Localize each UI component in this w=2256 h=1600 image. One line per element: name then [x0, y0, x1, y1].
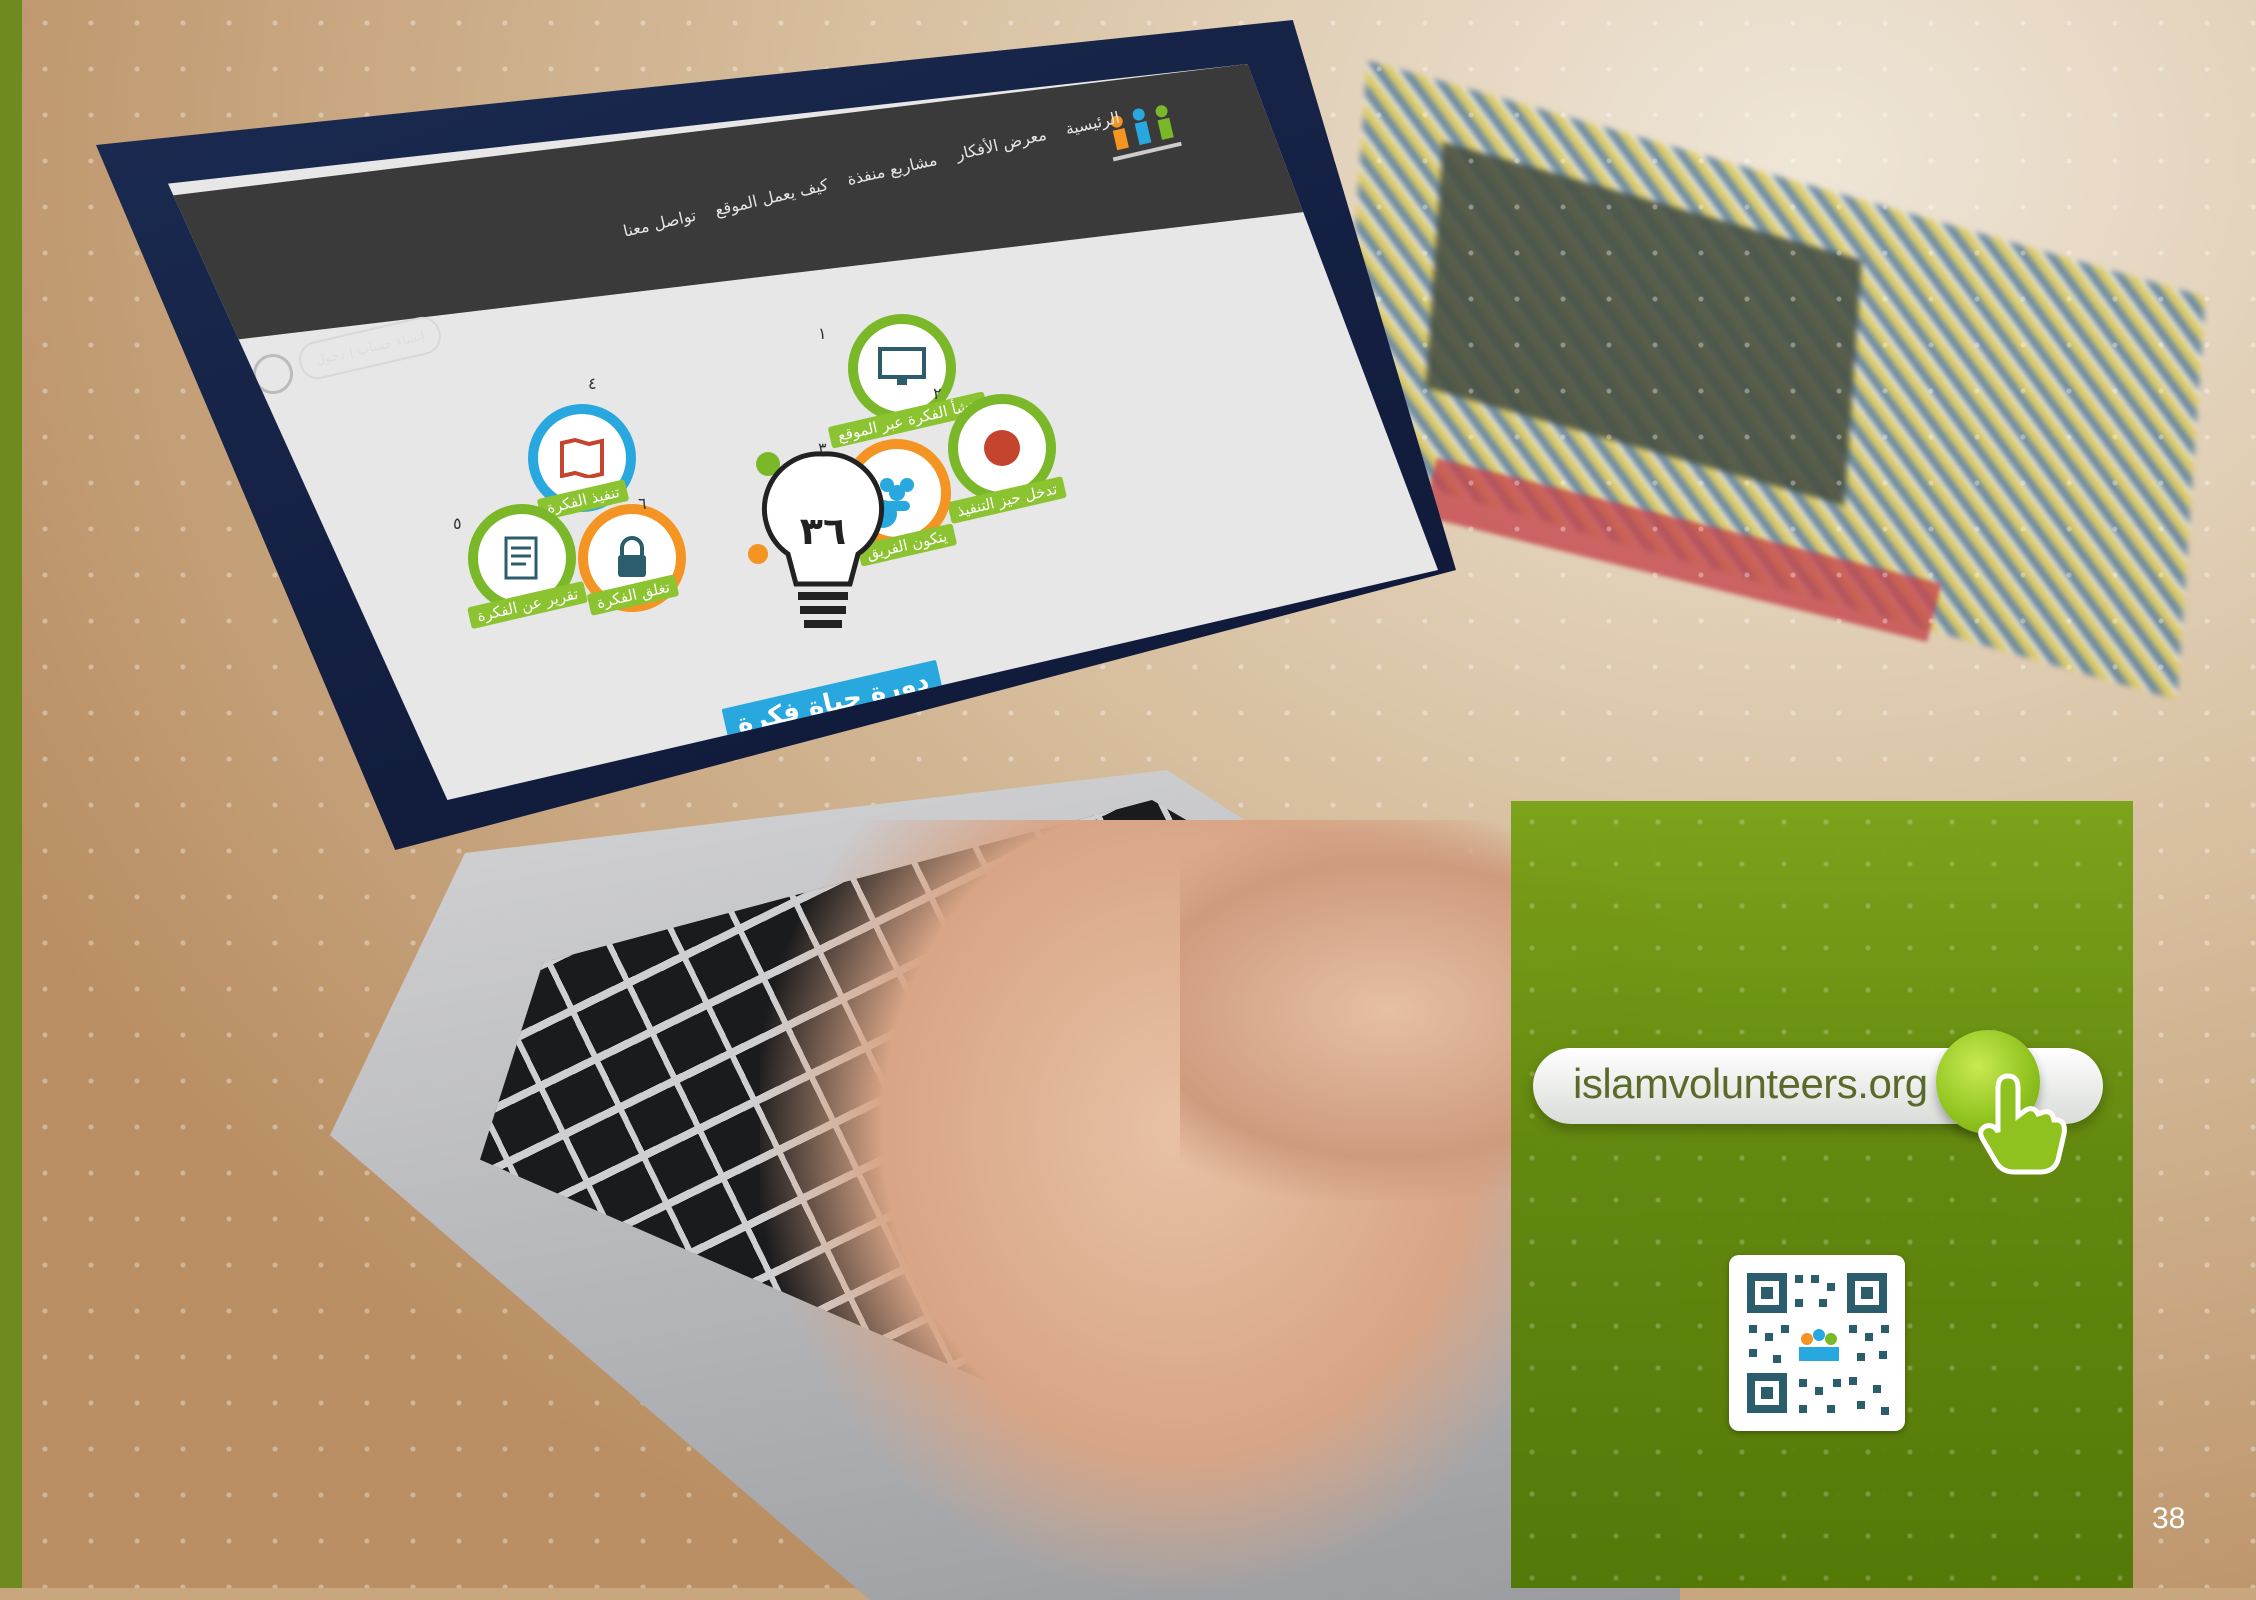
step-1-number: ١ [818, 324, 827, 343]
step-6-number: ٦ [638, 494, 647, 513]
left-accent-stripe [0, 0, 22, 1588]
step-4-number: ٤ [588, 374, 597, 393]
website-url[interactable]: islamvolunteers.org [1573, 1060, 1928, 1108]
page-number: 38 [2152, 1502, 2186, 1535]
hand-pointer-icon [1978, 1073, 2067, 1175]
qr-code-icon[interactable] [1729, 1255, 1905, 1431]
step-5-number: ٥ [453, 514, 462, 533]
step-2-number: ٢ [933, 384, 942, 403]
green-info-panel [1511, 801, 2133, 1588]
background-magazine [1338, 60, 2206, 700]
lightbulb-number: ٣٦ [800, 509, 846, 553]
lightbulb-icon: ٣٦ [748, 451, 897, 628]
